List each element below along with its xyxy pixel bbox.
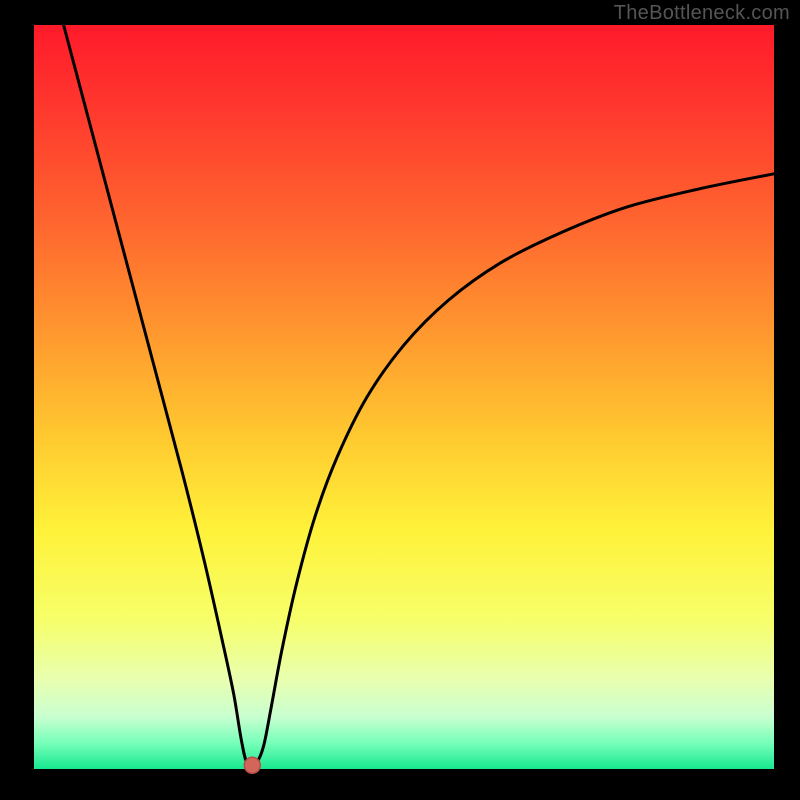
plot-background [34, 25, 774, 769]
chart-frame: { "watermark": "TheBottleneck.com", "col… [0, 0, 800, 800]
bottleneck-chart [0, 0, 800, 800]
optimum-marker-icon [244, 757, 260, 773]
